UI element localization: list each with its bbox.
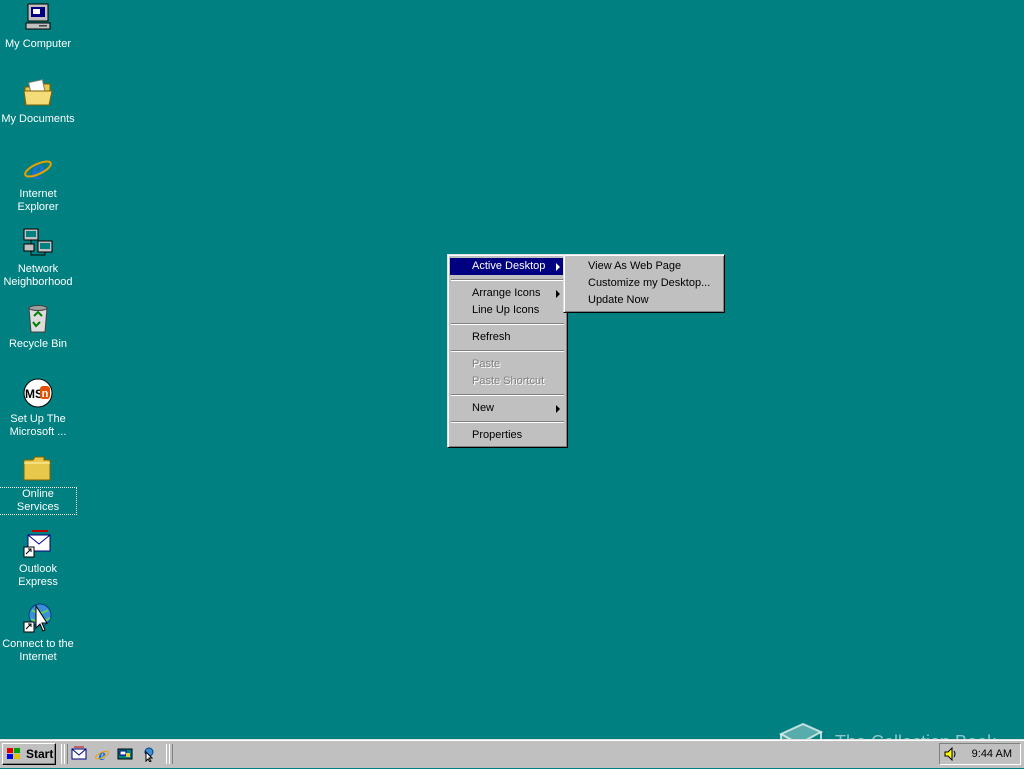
- menu-item-paste: Paste: [450, 356, 565, 373]
- outlook-express-icon: [22, 527, 54, 559]
- toolbar-grip[interactable]: [169, 744, 173, 764]
- computer-icon: [22, 2, 54, 34]
- desktop-icon-network-neighborhood[interactable]: Network Neighborhood: [0, 227, 76, 289]
- desktop-icon-connect-internet[interactable]: Connect to the Internet: [0, 602, 76, 664]
- taskbar: Start e 9:44 AM: [0, 739, 1024, 768]
- menu-item-label: Arrange Icons: [472, 287, 541, 299]
- menu-item-label: Active Desktop: [472, 260, 546, 272]
- menu-item-label: Line Up Icons: [472, 304, 540, 316]
- desktop-icon-label: Online Services: [0, 487, 77, 515]
- menu-item-label: View As Web Page: [588, 260, 682, 272]
- desktop-icon-label: Set Up The Microsoft ...: [9, 413, 67, 438]
- submenu-arrow-icon: [556, 263, 560, 271]
- menu-item-label: Refresh: [472, 331, 511, 343]
- internet-explorer-icon: e: [94, 747, 110, 765]
- desktop-icon-my-computer[interactable]: My Computer: [0, 2, 76, 51]
- desktop-icon-label: Internet Explorer: [17, 188, 59, 213]
- windows-logo-icon: [6, 747, 22, 761]
- svg-text:e: e: [98, 747, 105, 762]
- documents-folder-icon: [22, 77, 54, 109]
- menu-item-customize-desktop[interactable]: Customize my Desktop...: [566, 275, 722, 292]
- menu-item-active-desktop[interactable]: Active Desktop: [450, 258, 565, 275]
- menu-item-new[interactable]: New: [450, 400, 565, 417]
- quick-launch-view-channels[interactable]: [140, 746, 156, 765]
- menu-item-label: Update Now: [588, 294, 649, 306]
- menu-separator: [451, 279, 564, 281]
- menu-separator: [451, 323, 564, 325]
- outlook-express-icon: [71, 746, 87, 765]
- network-icon: [22, 227, 54, 259]
- desktop-icon-label: My Computer: [4, 38, 72, 50]
- internet-explorer-icon: e: [22, 152, 54, 186]
- recycle-bin-icon: [22, 302, 54, 334]
- menu-item-properties[interactable]: Properties: [450, 427, 565, 444]
- desktop-icon-label: Outlook Express: [18, 563, 58, 588]
- start-button[interactable]: Start: [2, 743, 56, 765]
- menu-item-refresh[interactable]: Refresh: [450, 329, 565, 346]
- quick-launch-internet-explorer[interactable]: e: [94, 746, 110, 765]
- desktop-icon-my-documents[interactable]: My Documents: [0, 77, 76, 126]
- svg-text:n: n: [42, 388, 49, 400]
- quick-launch-outlook-express[interactable]: [71, 746, 87, 762]
- desktop-icon-internet-explorer[interactable]: e Internet Explorer: [0, 152, 76, 214]
- menu-item-paste-shortcut: Paste Shortcut: [450, 373, 565, 390]
- submenu-arrow-icon: [556, 290, 560, 298]
- desktop-icon-recycle-bin[interactable]: Recycle Bin: [0, 302, 76, 351]
- msn-icon: MS n: [22, 377, 54, 409]
- desktop-context-menu: Active Desktop Arrange Icons Line Up Ico…: [447, 254, 568, 448]
- menu-item-label: Properties: [472, 429, 523, 441]
- menu-item-label: Paste: [472, 358, 501, 370]
- folder-icon: [22, 452, 54, 484]
- start-label: Start: [26, 747, 54, 761]
- menu-item-label: Paste Shortcut: [472, 375, 545, 387]
- show-desktop-icon: [117, 748, 133, 765]
- menu-separator: [451, 350, 564, 352]
- system-tray: 9:44 AM: [939, 743, 1021, 765]
- clock[interactable]: 9:44 AM: [972, 744, 1012, 764]
- view-channels-icon: [140, 747, 156, 765]
- menu-item-arrange-icons[interactable]: Arrange Icons: [450, 285, 565, 302]
- quick-launch-show-desktop[interactable]: [117, 746, 133, 762]
- menu-item-label: Customize my Desktop...: [588, 277, 711, 289]
- menu-separator: [451, 394, 564, 396]
- desktop-icon-label: Recycle Bin: [8, 338, 68, 350]
- menu-separator: [451, 421, 564, 423]
- active-desktop-submenu: View As Web Page Customize my Desktop...…: [563, 254, 725, 313]
- desktop-icon-msn-setup[interactable]: MS n Set Up The Microsoft ...: [0, 377, 76, 439]
- desktop-icon-label: Connect to the Internet: [2, 638, 74, 663]
- menu-item-line-up-icons[interactable]: Line Up Icons: [450, 302, 565, 319]
- desktop-icon-online-services[interactable]: Online Services: [0, 452, 77, 515]
- svg-text:e: e: [31, 153, 44, 184]
- toolbar-grip[interactable]: [64, 744, 68, 764]
- connect-wizard-icon: [22, 602, 54, 634]
- desktop-icon-label: My Documents: [1, 113, 75, 125]
- menu-item-view-as-web-page[interactable]: View As Web Page: [566, 258, 722, 275]
- desktop-icon-outlook-express[interactable]: Outlook Express: [0, 527, 76, 589]
- menu-item-label: New: [472, 402, 495, 414]
- volume-icon[interactable]: [944, 746, 958, 762]
- menu-item-update-now[interactable]: Update Now: [566, 292, 722, 309]
- submenu-arrow-icon: [556, 405, 560, 413]
- desktop-icon-label: Network Neighborhood: [3, 263, 73, 288]
